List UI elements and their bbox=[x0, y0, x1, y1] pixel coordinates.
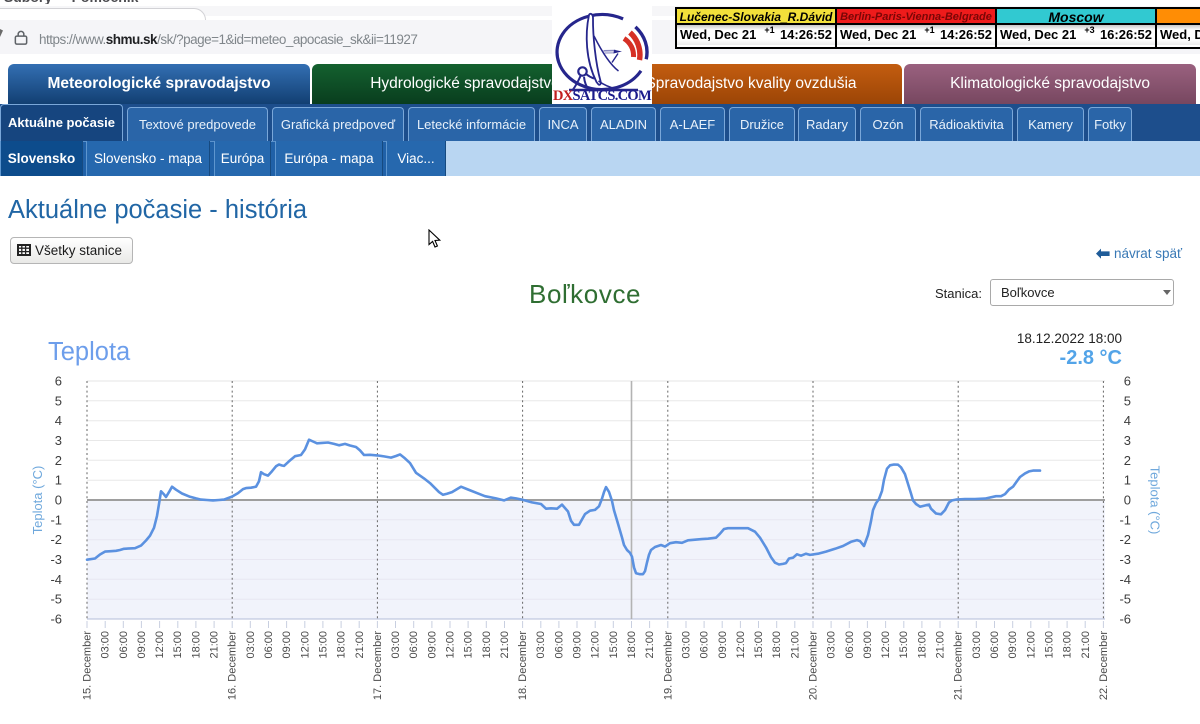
svg-text:09:00: 09:00 bbox=[1007, 631, 1019, 659]
svg-text:-6: -6 bbox=[1119, 612, 1131, 627]
svg-text:6: 6 bbox=[55, 374, 62, 389]
svg-text:18:00: 18:00 bbox=[916, 631, 928, 659]
svg-text:06:00: 06:00 bbox=[408, 631, 420, 659]
svg-text:21. December: 21. December bbox=[953, 631, 965, 700]
svg-text:16. December: 16. December bbox=[227, 631, 239, 700]
svg-text:0: 0 bbox=[1124, 493, 1131, 508]
svg-text:15:00: 15:00 bbox=[898, 631, 910, 659]
svg-text:09:00: 09:00 bbox=[426, 631, 438, 659]
svg-text:15:00: 15:00 bbox=[463, 631, 475, 659]
svg-text:-4: -4 bbox=[50, 572, 62, 587]
svg-text:20. December: 20. December bbox=[808, 631, 820, 700]
svg-text:18:00: 18:00 bbox=[1062, 631, 1074, 659]
svg-text:4: 4 bbox=[55, 413, 62, 428]
svg-text:-2: -2 bbox=[1119, 532, 1131, 547]
svg-text:21:00: 21:00 bbox=[1080, 631, 1092, 659]
svg-text:03:00: 03:00 bbox=[826, 631, 838, 659]
svg-text:18:00: 18:00 bbox=[771, 631, 783, 659]
svg-text:12:00: 12:00 bbox=[880, 631, 892, 659]
svg-text:21:00: 21:00 bbox=[499, 631, 511, 659]
svg-text:21:00: 21:00 bbox=[935, 631, 947, 659]
svg-text:-5: -5 bbox=[1119, 592, 1131, 607]
svg-text:06:00: 06:00 bbox=[989, 631, 1001, 659]
svg-text:12:00: 12:00 bbox=[735, 631, 747, 659]
svg-text:12:00: 12:00 bbox=[1025, 631, 1037, 659]
svg-text:09:00: 09:00 bbox=[717, 631, 729, 659]
svg-text:03:00: 03:00 bbox=[390, 631, 402, 659]
svg-text:-6: -6 bbox=[50, 612, 62, 627]
svg-text:-1: -1 bbox=[1119, 512, 1131, 527]
svg-text:15. December: 15. December bbox=[82, 631, 94, 700]
svg-text:21:00: 21:00 bbox=[354, 631, 366, 659]
svg-text:18:00: 18:00 bbox=[626, 631, 638, 659]
svg-text:Teplota (°C): Teplota (°C) bbox=[1148, 466, 1163, 535]
svg-text:-5: -5 bbox=[50, 592, 62, 607]
svg-text:-3: -3 bbox=[1119, 552, 1131, 567]
svg-text:-2: -2 bbox=[50, 532, 62, 547]
svg-text:5: 5 bbox=[55, 393, 62, 408]
svg-text:18:00: 18:00 bbox=[481, 631, 493, 659]
svg-text:12:00: 12:00 bbox=[299, 631, 311, 659]
svg-text:06:00: 06:00 bbox=[263, 631, 275, 659]
svg-text:12:00: 12:00 bbox=[154, 631, 166, 659]
svg-text:09:00: 09:00 bbox=[572, 631, 584, 659]
svg-text:15:00: 15:00 bbox=[172, 631, 184, 659]
svg-text:18. December: 18. December bbox=[517, 631, 529, 700]
svg-text:15:00: 15:00 bbox=[608, 631, 620, 659]
svg-text:-3: -3 bbox=[50, 552, 62, 567]
svg-text:2: 2 bbox=[1124, 453, 1131, 468]
svg-text:15:00: 15:00 bbox=[753, 631, 765, 659]
svg-text:06:00: 06:00 bbox=[118, 631, 130, 659]
svg-text:0: 0 bbox=[55, 493, 62, 508]
svg-text:-4: -4 bbox=[1119, 572, 1131, 587]
svg-text:15:00: 15:00 bbox=[1043, 631, 1055, 659]
svg-text:03:00: 03:00 bbox=[680, 631, 692, 659]
svg-text:3: 3 bbox=[1124, 433, 1131, 448]
svg-text:06:00: 06:00 bbox=[553, 631, 565, 659]
svg-text:06:00: 06:00 bbox=[699, 631, 711, 659]
svg-text:15:00: 15:00 bbox=[317, 631, 329, 659]
svg-text:18:00: 18:00 bbox=[190, 631, 202, 659]
svg-text:03:00: 03:00 bbox=[100, 631, 112, 659]
svg-text:09:00: 09:00 bbox=[136, 631, 148, 659]
svg-text:06:00: 06:00 bbox=[844, 631, 856, 659]
svg-text:4: 4 bbox=[1124, 413, 1131, 428]
svg-text:1: 1 bbox=[55, 473, 62, 488]
svg-text:21:00: 21:00 bbox=[644, 631, 656, 659]
svg-text:21:00: 21:00 bbox=[209, 631, 221, 659]
svg-text:22. December: 22. December bbox=[1098, 631, 1110, 700]
svg-text:12:00: 12:00 bbox=[445, 631, 457, 659]
svg-text:03:00: 03:00 bbox=[971, 631, 983, 659]
svg-text:09:00: 09:00 bbox=[281, 631, 293, 659]
svg-text:03:00: 03:00 bbox=[245, 631, 257, 659]
svg-text:21:00: 21:00 bbox=[789, 631, 801, 659]
svg-text:Teplota (°C): Teplota (°C) bbox=[30, 466, 45, 535]
svg-text:17. December: 17. December bbox=[372, 631, 384, 700]
svg-text:03:00: 03:00 bbox=[535, 631, 547, 659]
svg-text:19. December: 19. December bbox=[662, 631, 674, 700]
svg-text:1: 1 bbox=[1124, 473, 1131, 488]
svg-text:12:00: 12:00 bbox=[590, 631, 602, 659]
svg-text:-1: -1 bbox=[50, 512, 62, 527]
svg-text:6: 6 bbox=[1124, 374, 1131, 389]
svg-text:5: 5 bbox=[1124, 393, 1131, 408]
svg-text:2: 2 bbox=[55, 453, 62, 468]
svg-text:09:00: 09:00 bbox=[862, 631, 874, 659]
svg-text:18:00: 18:00 bbox=[336, 631, 348, 659]
svg-text:3: 3 bbox=[55, 433, 62, 448]
